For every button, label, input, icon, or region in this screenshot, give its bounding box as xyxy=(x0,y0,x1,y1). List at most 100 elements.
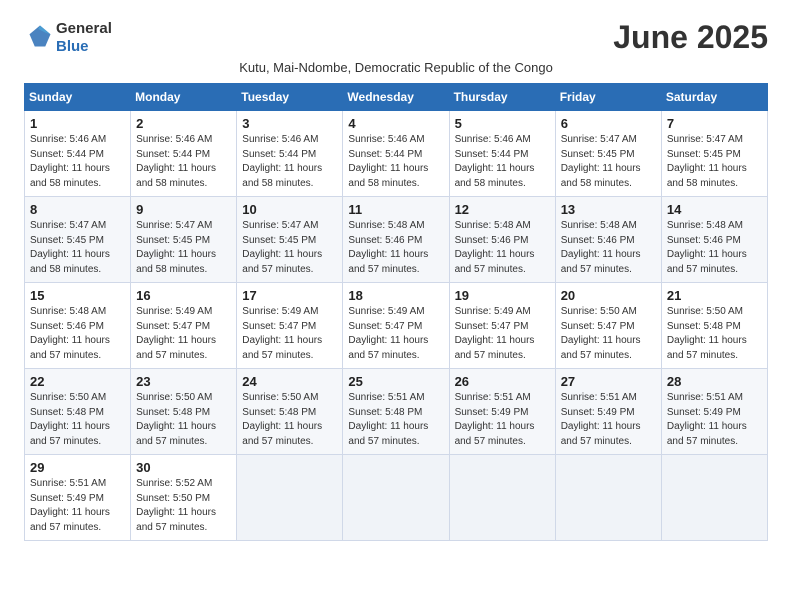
day-info: Sunrise: 5:48 AM Sunset: 5:46 PM Dayligh… xyxy=(667,219,762,277)
day-info: Sunrise: 5:49 AM Sunset: 5:47 PM Dayligh… xyxy=(242,305,337,363)
day-info: Sunrise: 5:51 AM Sunset: 5:48 PM Dayligh… xyxy=(348,391,443,449)
table-row xyxy=(343,455,449,541)
col-wednesday: Wednesday xyxy=(343,84,449,111)
day-number: 8 xyxy=(30,202,125,217)
table-row: 8 Sunrise: 5:47 AM Sunset: 5:45 PM Dayli… xyxy=(25,197,131,283)
table-row: 14 Sunrise: 5:48 AM Sunset: 5:46 PM Dayl… xyxy=(661,197,767,283)
day-number: 28 xyxy=(667,374,762,389)
table-row: 16 Sunrise: 5:49 AM Sunset: 5:47 PM Dayl… xyxy=(131,283,237,369)
day-number: 19 xyxy=(455,288,550,303)
calendar-week-row: 15 Sunrise: 5:48 AM Sunset: 5:46 PM Dayl… xyxy=(25,283,768,369)
table-row: 9 Sunrise: 5:47 AM Sunset: 5:45 PM Dayli… xyxy=(131,197,237,283)
day-number: 13 xyxy=(561,202,656,217)
table-row: 3 Sunrise: 5:46 AM Sunset: 5:44 PM Dayli… xyxy=(237,111,343,197)
day-number: 17 xyxy=(242,288,337,303)
table-row: 7 Sunrise: 5:47 AM Sunset: 5:45 PM Dayli… xyxy=(661,111,767,197)
table-row: 1 Sunrise: 5:46 AM Sunset: 5:44 PM Dayli… xyxy=(25,111,131,197)
calendar-header-row: Sunday Monday Tuesday Wednesday Thursday… xyxy=(25,84,768,111)
day-number: 21 xyxy=(667,288,762,303)
table-row xyxy=(449,455,555,541)
logo-general-text: General xyxy=(56,20,112,37)
logo-blue-text: Blue xyxy=(56,38,89,55)
day-number: 3 xyxy=(242,116,337,131)
table-row: 29 Sunrise: 5:51 AM Sunset: 5:49 PM Dayl… xyxy=(25,455,131,541)
calendar-subtitle: Kutu, Mai-Ndombe, Democratic Republic of… xyxy=(24,60,768,75)
calendar-table: Sunday Monday Tuesday Wednesday Thursday… xyxy=(24,83,768,541)
table-row: 13 Sunrise: 5:48 AM Sunset: 5:46 PM Dayl… xyxy=(555,197,661,283)
day-info: Sunrise: 5:50 AM Sunset: 5:48 PM Dayligh… xyxy=(30,391,125,449)
day-number: 24 xyxy=(242,374,337,389)
day-number: 26 xyxy=(455,374,550,389)
month-title: June 2025 xyxy=(613,20,768,55)
day-number: 6 xyxy=(561,116,656,131)
calendar-body: 1 Sunrise: 5:46 AM Sunset: 5:44 PM Dayli… xyxy=(25,111,768,541)
day-info: Sunrise: 5:47 AM Sunset: 5:45 PM Dayligh… xyxy=(561,133,656,191)
day-number: 29 xyxy=(30,460,125,475)
calendar-week-row: 8 Sunrise: 5:47 AM Sunset: 5:45 PM Dayli… xyxy=(25,197,768,283)
table-row: 19 Sunrise: 5:49 AM Sunset: 5:47 PM Dayl… xyxy=(449,283,555,369)
day-number: 4 xyxy=(348,116,443,131)
day-info: Sunrise: 5:51 AM Sunset: 5:49 PM Dayligh… xyxy=(561,391,656,449)
day-info: Sunrise: 5:50 AM Sunset: 5:48 PM Dayligh… xyxy=(242,391,337,449)
day-info: Sunrise: 5:46 AM Sunset: 5:44 PM Dayligh… xyxy=(30,133,125,191)
title-block: June 2025 xyxy=(613,20,768,55)
day-info: Sunrise: 5:50 AM Sunset: 5:48 PM Dayligh… xyxy=(667,305,762,363)
day-info: Sunrise: 5:48 AM Sunset: 5:46 PM Dayligh… xyxy=(561,219,656,277)
day-info: Sunrise: 5:47 AM Sunset: 5:45 PM Dayligh… xyxy=(667,133,762,191)
logo: General Blue xyxy=(24,20,112,56)
table-row: 22 Sunrise: 5:50 AM Sunset: 5:48 PM Dayl… xyxy=(25,369,131,455)
day-number: 16 xyxy=(136,288,231,303)
col-tuesday: Tuesday xyxy=(237,84,343,111)
logo-icon xyxy=(26,22,54,50)
table-row: 12 Sunrise: 5:48 AM Sunset: 5:46 PM Dayl… xyxy=(449,197,555,283)
page-header: General Blue June 2025 xyxy=(24,20,768,56)
col-thursday: Thursday xyxy=(449,84,555,111)
day-number: 23 xyxy=(136,374,231,389)
day-info: Sunrise: 5:46 AM Sunset: 5:44 PM Dayligh… xyxy=(348,133,443,191)
day-number: 30 xyxy=(136,460,231,475)
table-row: 27 Sunrise: 5:51 AM Sunset: 5:49 PM Dayl… xyxy=(555,369,661,455)
col-friday: Friday xyxy=(555,84,661,111)
day-info: Sunrise: 5:51 AM Sunset: 5:49 PM Dayligh… xyxy=(30,477,125,535)
day-number: 27 xyxy=(561,374,656,389)
day-info: Sunrise: 5:49 AM Sunset: 5:47 PM Dayligh… xyxy=(136,305,231,363)
table-row: 5 Sunrise: 5:46 AM Sunset: 5:44 PM Dayli… xyxy=(449,111,555,197)
day-number: 25 xyxy=(348,374,443,389)
table-row xyxy=(555,455,661,541)
day-number: 10 xyxy=(242,202,337,217)
table-row: 6 Sunrise: 5:47 AM Sunset: 5:45 PM Dayli… xyxy=(555,111,661,197)
day-info: Sunrise: 5:47 AM Sunset: 5:45 PM Dayligh… xyxy=(242,219,337,277)
table-row: 11 Sunrise: 5:48 AM Sunset: 5:46 PM Dayl… xyxy=(343,197,449,283)
table-row: 30 Sunrise: 5:52 AM Sunset: 5:50 PM Dayl… xyxy=(131,455,237,541)
table-row: 25 Sunrise: 5:51 AM Sunset: 5:48 PM Dayl… xyxy=(343,369,449,455)
col-monday: Monday xyxy=(131,84,237,111)
day-number: 12 xyxy=(455,202,550,217)
table-row: 26 Sunrise: 5:51 AM Sunset: 5:49 PM Dayl… xyxy=(449,369,555,455)
calendar-week-row: 22 Sunrise: 5:50 AM Sunset: 5:48 PM Dayl… xyxy=(25,369,768,455)
day-info: Sunrise: 5:46 AM Sunset: 5:44 PM Dayligh… xyxy=(136,133,231,191)
col-sunday: Sunday xyxy=(25,84,131,111)
day-info: Sunrise: 5:48 AM Sunset: 5:46 PM Dayligh… xyxy=(455,219,550,277)
day-number: 15 xyxy=(30,288,125,303)
day-info: Sunrise: 5:48 AM Sunset: 5:46 PM Dayligh… xyxy=(348,219,443,277)
day-number: 22 xyxy=(30,374,125,389)
table-row: 28 Sunrise: 5:51 AM Sunset: 5:49 PM Dayl… xyxy=(661,369,767,455)
day-info: Sunrise: 5:49 AM Sunset: 5:47 PM Dayligh… xyxy=(348,305,443,363)
table-row: 20 Sunrise: 5:50 AM Sunset: 5:47 PM Dayl… xyxy=(555,283,661,369)
day-number: 9 xyxy=(136,202,231,217)
day-info: Sunrise: 5:51 AM Sunset: 5:49 PM Dayligh… xyxy=(667,391,762,449)
day-number: 1 xyxy=(30,116,125,131)
day-number: 11 xyxy=(348,202,443,217)
day-info: Sunrise: 5:49 AM Sunset: 5:47 PM Dayligh… xyxy=(455,305,550,363)
day-info: Sunrise: 5:47 AM Sunset: 5:45 PM Dayligh… xyxy=(136,219,231,277)
table-row: 2 Sunrise: 5:46 AM Sunset: 5:44 PM Dayli… xyxy=(131,111,237,197)
day-info: Sunrise: 5:50 AM Sunset: 5:48 PM Dayligh… xyxy=(136,391,231,449)
day-number: 2 xyxy=(136,116,231,131)
table-row: 23 Sunrise: 5:50 AM Sunset: 5:48 PM Dayl… xyxy=(131,369,237,455)
day-info: Sunrise: 5:47 AM Sunset: 5:45 PM Dayligh… xyxy=(30,219,125,277)
table-row: 10 Sunrise: 5:47 AM Sunset: 5:45 PM Dayl… xyxy=(237,197,343,283)
day-number: 7 xyxy=(667,116,762,131)
table-row: 17 Sunrise: 5:49 AM Sunset: 5:47 PM Dayl… xyxy=(237,283,343,369)
table-row xyxy=(237,455,343,541)
table-row: 18 Sunrise: 5:49 AM Sunset: 5:47 PM Dayl… xyxy=(343,283,449,369)
